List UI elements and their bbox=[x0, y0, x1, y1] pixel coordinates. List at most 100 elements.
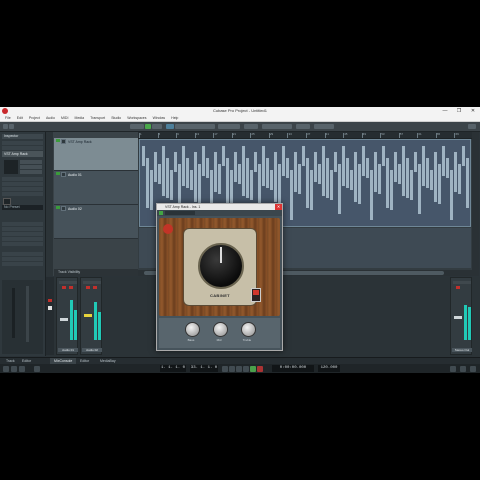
midi-note[interactable] bbox=[226, 158, 229, 208]
inspector-fader-track[interactable] bbox=[26, 286, 29, 342]
plugin-power-icon[interactable] bbox=[159, 211, 163, 215]
midi-note[interactable] bbox=[142, 146, 145, 166]
inspector-input[interactable] bbox=[20, 165, 42, 169]
midi-note[interactable] bbox=[370, 170, 373, 220]
solo-button[interactable] bbox=[69, 286, 73, 289]
midi-note[interactable] bbox=[318, 164, 321, 184]
midi-note[interactable] bbox=[466, 158, 469, 208]
midi-note[interactable] bbox=[186, 158, 189, 188]
transport-mode-icon[interactable] bbox=[11, 365, 17, 372]
toolbar-tools[interactable] bbox=[175, 124, 215, 129]
stop-icon[interactable] bbox=[243, 365, 249, 372]
menu-workspaces[interactable]: Workspaces bbox=[127, 115, 146, 121]
inspector-search[interactable] bbox=[2, 146, 43, 150]
mute-icon[interactable] bbox=[61, 139, 66, 144]
midi-note[interactable] bbox=[166, 158, 169, 198]
inspector-section[interactable] bbox=[2, 237, 43, 241]
midi-note[interactable] bbox=[306, 158, 309, 208]
solo-defeat-icon[interactable] bbox=[48, 306, 52, 310]
mute-button[interactable] bbox=[86, 286, 90, 289]
midi-note[interactable] bbox=[270, 170, 273, 190]
menu-studio[interactable]: Studio bbox=[111, 115, 121, 121]
midi-note[interactable] bbox=[286, 158, 289, 178]
track-visibility-footer[interactable]: Track Visibility bbox=[54, 269, 138, 276]
menu-project[interactable]: Project bbox=[29, 115, 40, 121]
midi-note[interactable] bbox=[450, 170, 453, 220]
midi-note[interactable] bbox=[262, 146, 265, 186]
midi-note[interactable] bbox=[390, 170, 393, 210]
inspector-section[interactable] bbox=[2, 222, 43, 226]
transport-punch-icon[interactable] bbox=[34, 365, 40, 372]
toolbar-snap[interactable] bbox=[244, 124, 258, 129]
toolbar-settings[interactable] bbox=[468, 124, 476, 129]
inspector-output[interactable] bbox=[20, 170, 42, 174]
midi-note[interactable] bbox=[354, 152, 357, 202]
inspector-section[interactable] bbox=[2, 182, 43, 186]
maximize-button[interactable]: ❐ bbox=[452, 107, 466, 115]
plugin-preset-selector[interactable] bbox=[165, 211, 195, 215]
menu-window[interactable]: Window bbox=[153, 115, 165, 121]
mute-icon[interactable] bbox=[61, 172, 66, 177]
midi-note[interactable] bbox=[378, 164, 381, 194]
midi-note[interactable] bbox=[462, 146, 465, 166]
midi-note[interactable] bbox=[206, 158, 209, 178]
track-row[interactable]: Audio 02 bbox=[54, 205, 138, 239]
inspector-section[interactable] bbox=[2, 227, 43, 231]
midi-note[interactable] bbox=[202, 146, 205, 176]
inspector-section[interactable] bbox=[2, 187, 43, 191]
record-enable-icon[interactable] bbox=[56, 206, 60, 209]
midi-note[interactable] bbox=[382, 146, 385, 166]
midi-note[interactable] bbox=[218, 164, 221, 194]
midi-note[interactable] bbox=[310, 170, 313, 210]
midi-note[interactable] bbox=[162, 146, 165, 196]
midi-note[interactable] bbox=[442, 146, 445, 176]
midi-note[interactable] bbox=[358, 164, 361, 204]
midi-note[interactable] bbox=[322, 146, 325, 196]
rewind-icon[interactable] bbox=[222, 365, 228, 372]
midi-note[interactable] bbox=[182, 146, 185, 186]
record-enable-icon[interactable] bbox=[56, 172, 60, 175]
left-locator-display[interactable]: 1. 1. 1. 0 bbox=[160, 365, 186, 372]
transport-menu-icon[interactable] bbox=[470, 365, 476, 372]
toolbar-mode-buttons[interactable] bbox=[130, 124, 144, 129]
menu-edit[interactable]: Edit bbox=[17, 115, 23, 121]
midi-note[interactable] bbox=[302, 146, 305, 166]
midi-note[interactable] bbox=[418, 164, 421, 214]
vertical-scrollbar[interactable] bbox=[472, 132, 479, 276]
midi-note[interactable] bbox=[238, 164, 241, 184]
menu-transport[interactable]: Transport bbox=[90, 115, 105, 121]
toolbar-quantize[interactable] bbox=[296, 124, 310, 129]
midi-note[interactable] bbox=[330, 170, 333, 200]
toolbar-color[interactable] bbox=[314, 124, 334, 129]
channel-insert-slot[interactable] bbox=[83, 281, 101, 284]
midi-note[interactable] bbox=[342, 146, 345, 186]
midi-note[interactable] bbox=[198, 164, 201, 204]
midi-note[interactable] bbox=[298, 164, 301, 194]
midi-note[interactable] bbox=[422, 146, 425, 186]
toolbar-inspector-toggle[interactable] bbox=[3, 124, 8, 129]
midi-note[interactable] bbox=[314, 152, 317, 182]
midi-note[interactable] bbox=[434, 152, 437, 202]
midi-note[interactable] bbox=[338, 164, 341, 214]
midi-note[interactable] bbox=[146, 158, 149, 208]
main-selector-knob[interactable] bbox=[198, 243, 244, 289]
midi-note[interactable] bbox=[398, 164, 401, 184]
inspector-tabs[interactable] bbox=[2, 141, 43, 145]
channel-insert-slot[interactable] bbox=[59, 281, 77, 284]
midi-note[interactable] bbox=[266, 158, 269, 188]
midi-note[interactable] bbox=[326, 158, 329, 198]
midi-note[interactable] bbox=[426, 158, 429, 188]
midi-note[interactable] bbox=[194, 152, 197, 202]
toolbar-play-indicator[interactable] bbox=[145, 124, 151, 129]
midi-note[interactable] bbox=[282, 146, 285, 176]
close-window-button[interactable]: ✕ bbox=[466, 107, 480, 115]
bass-knob[interactable] bbox=[185, 322, 200, 337]
midi-note[interactable] bbox=[190, 170, 193, 190]
tempo-display[interactable]: 120.000 bbox=[318, 365, 340, 372]
inspector-section[interactable] bbox=[2, 252, 43, 256]
inspector-section[interactable] bbox=[2, 257, 43, 261]
mute-all-icon[interactable] bbox=[48, 299, 52, 302]
mute-icon[interactable] bbox=[61, 206, 66, 211]
midi-note[interactable] bbox=[174, 152, 177, 172]
midi-note[interactable] bbox=[170, 170, 173, 200]
